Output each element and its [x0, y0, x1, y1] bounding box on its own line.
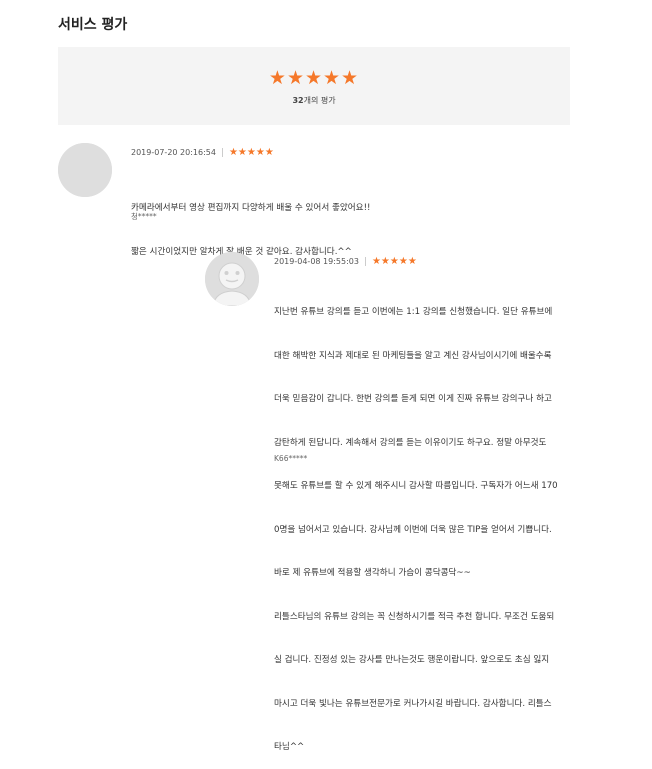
review-line: 실 겁니다. 진정성 있는 강사를 만나는것도 행운이랍니다. 앞으로도 초심 …: [274, 655, 550, 665]
section-title: 서비스 평가: [58, 17, 128, 33]
review-date: 2019-07-20 20:16:54: [131, 148, 216, 157]
reviewer-avatar: [58, 143, 112, 197]
review-line: 리틀스타님의 유튜브 강의는 꼭 신청하시기를 적극 추천 합니다. 무조건 도…: [274, 611, 555, 622]
review-count-number: 32: [292, 96, 304, 105]
review-meta: 2019-04-08 19:55:03 ★★★★★: [274, 256, 417, 267]
review-line: 대한 해박한 지식과 제대로 된 마케팅들을 알고 계신 강사님이시기에 배울수…: [274, 350, 552, 361]
divider: [221, 148, 223, 157]
divider: [364, 257, 366, 266]
rating-summary: ★★★★★ 32개의 평가: [58, 47, 570, 125]
review-author: 청*****: [131, 212, 157, 221]
review-stars: ★★★★★: [228, 147, 274, 158]
review-text: 지난번 유튜브 강의를 듣고 이번에는 1:1 강의를 신청했습니다. 일단 유…: [274, 276, 558, 769]
review-line: 0명을 넘어서고 있습니다. 강사님께 이번에 더욱 많은 TIP을 얻어서 기…: [274, 524, 552, 535]
review-line: 못해도 유튜브를 할 수 있게 해주시니 감사할 따름입니다. 구독자가 어느새…: [274, 481, 558, 491]
review-line: 감탄하게 된답니다. 계속해서 강의를 듣는 이유이기도 하구요. 정말 아무것…: [274, 437, 547, 448]
summary-stars: ★★★★★: [268, 67, 360, 89]
review-line: 지난번 유튜브 강의를 듣고 이번에는 1:1 강의를 신청했습니다. 일단 유…: [274, 307, 553, 317]
review-stars: ★★★★★: [371, 256, 417, 267]
default-avatar-icon: [205, 252, 259, 306]
review-line: 더욱 믿음감이 갑니다. 한번 강의를 듣게 되면 이게 진짜 유튜브 강의구나…: [274, 394, 552, 404]
review-count: 32개의 평가: [58, 95, 570, 106]
default-avatar-icon: [58, 143, 112, 197]
review-count-suffix: 개의 평가: [303, 96, 336, 105]
review-line: 타님^^: [274, 742, 305, 752]
review-meta: 2019-07-20 20:16:54 ★★★★★: [131, 147, 274, 158]
review-line: 카메라에서부터 영상 편집까지 다양하게 배울 수 있어서 좋았어요!!: [131, 203, 371, 213]
review-line: 마시고 더욱 빛나는 유튜브전문가로 커나가시길 바랍니다. 감사합니다. 리틀…: [274, 698, 552, 709]
review-date: 2019-04-08 19:55:03: [274, 257, 359, 266]
review-author: K66*****: [274, 454, 308, 463]
reviewer-avatar: [205, 252, 259, 306]
review-line: 바로 제 유튜브에 적용할 생각하니 가슴이 콩닥콩닥~~: [274, 568, 471, 578]
